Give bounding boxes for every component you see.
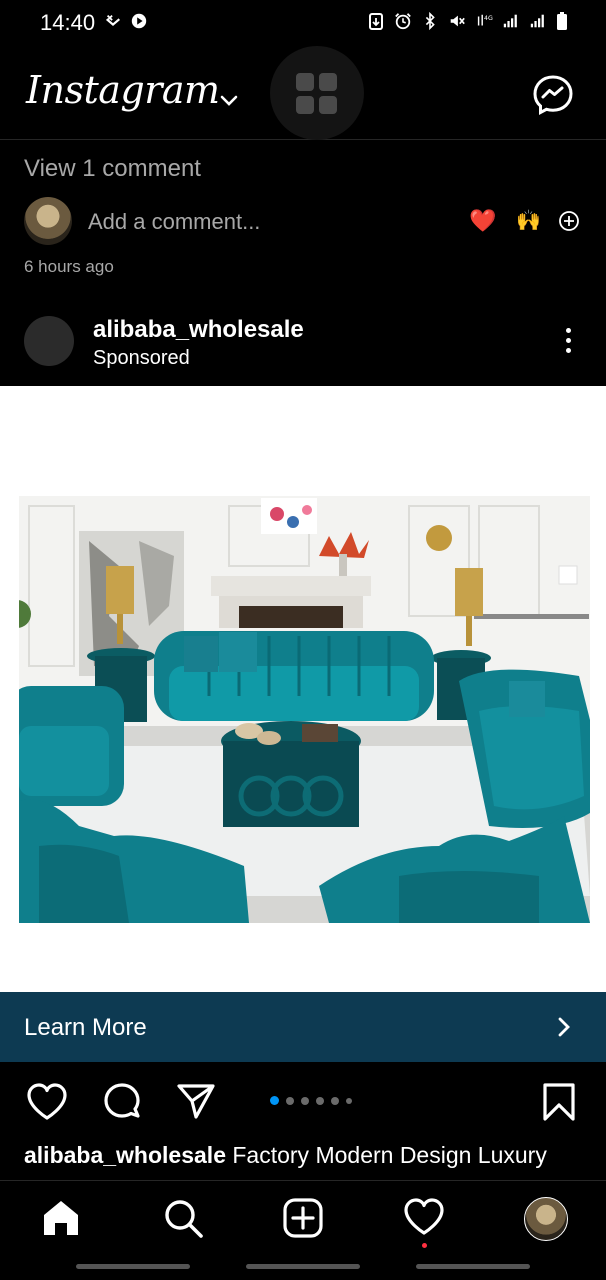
carousel-dot	[346, 1097, 352, 1104]
post-image[interactable]	[0, 386, 606, 992]
living-room-photo	[19, 496, 590, 923]
signal-icon	[530, 14, 544, 28]
view-comments-link[interactable]: View 1 comment	[24, 155, 201, 183]
caption-text: Factory Modern Design Luxury	[232, 1142, 547, 1168]
missed-call-icon	[105, 14, 121, 27]
battery-saver-icon	[369, 13, 383, 30]
bottom-navigation	[0, 1180, 606, 1260]
gesture-bar	[76, 1264, 190, 1269]
grid-icon[interactable]	[270, 46, 364, 140]
post-header: alibaba_wholesale Sponsored	[0, 310, 606, 380]
carousel-dot	[286, 1096, 294, 1105]
create-icon[interactable]	[282, 1197, 324, 1239]
battery-icon	[557, 12, 567, 30]
gesture-bar	[416, 1264, 530, 1269]
avatar[interactable]	[24, 316, 74, 366]
instagram-logo[interactable]: Instagram	[26, 68, 220, 112]
post-caption: alibaba_wholesale Factory Modern Design …	[24, 1142, 547, 1169]
youtube-icon	[131, 13, 147, 29]
search-icon[interactable]	[162, 1197, 204, 1239]
avatar[interactable]	[24, 197, 72, 245]
status-time: 14:40	[40, 10, 96, 35]
activity-heart-icon[interactable]	[403, 1197, 445, 1237]
carousel-dot	[301, 1096, 309, 1105]
signal-icon: 4G	[477, 14, 493, 26]
svg-text:4G: 4G	[484, 15, 493, 22]
learn-more-label: Learn More	[24, 1014, 147, 1041]
carousel-dot	[316, 1096, 324, 1105]
bluetooth-icon	[425, 11, 435, 31]
caption-username[interactable]: alibaba_wholesale	[24, 1142, 226, 1168]
carousel-dot	[331, 1096, 339, 1105]
post-username[interactable]: alibaba_wholesale	[93, 316, 304, 344]
chevron-right-icon	[558, 1017, 570, 1037]
post-actions	[0, 1062, 606, 1142]
status-bar: 14:40 4G	[0, 0, 606, 46]
alarm-icon	[395, 13, 411, 30]
save-bookmark-icon[interactable]	[542, 1082, 576, 1122]
comment-bubble-icon[interactable]	[101, 1082, 143, 1122]
carousel-dot	[270, 1096, 279, 1105]
notification-dot	[422, 1243, 427, 1248]
quick-reaction-raised-hands[interactable]: 🙌	[516, 208, 541, 233]
post-timestamp: 6 hours ago	[24, 257, 114, 276]
home-icon[interactable]	[40, 1197, 82, 1239]
add-comment-input[interactable]: Add a comment...	[88, 209, 260, 235]
like-heart-icon[interactable]	[26, 1082, 68, 1122]
add-reaction-icon[interactable]	[558, 210, 580, 232]
more-options-icon[interactable]	[566, 328, 572, 356]
learn-more-button[interactable]: Learn More	[0, 992, 606, 1062]
quick-reaction-heart[interactable]: ❤️	[469, 208, 496, 234]
gesture-bar	[246, 1264, 360, 1269]
mute-icon	[450, 15, 465, 27]
chevron-down-icon[interactable]	[219, 94, 239, 108]
signal-icon	[503, 14, 517, 28]
messenger-icon[interactable]	[532, 74, 574, 116]
share-paper-plane-icon[interactable]	[176, 1082, 216, 1120]
profile-avatar[interactable]	[524, 1197, 568, 1241]
carousel-indicator	[270, 1096, 352, 1105]
add-comment-row: Add a comment... ❤️ 🙌	[0, 197, 606, 249]
top-app-bar: Instagram	[0, 46, 606, 140]
sponsored-label[interactable]: Sponsored	[93, 347, 190, 370]
